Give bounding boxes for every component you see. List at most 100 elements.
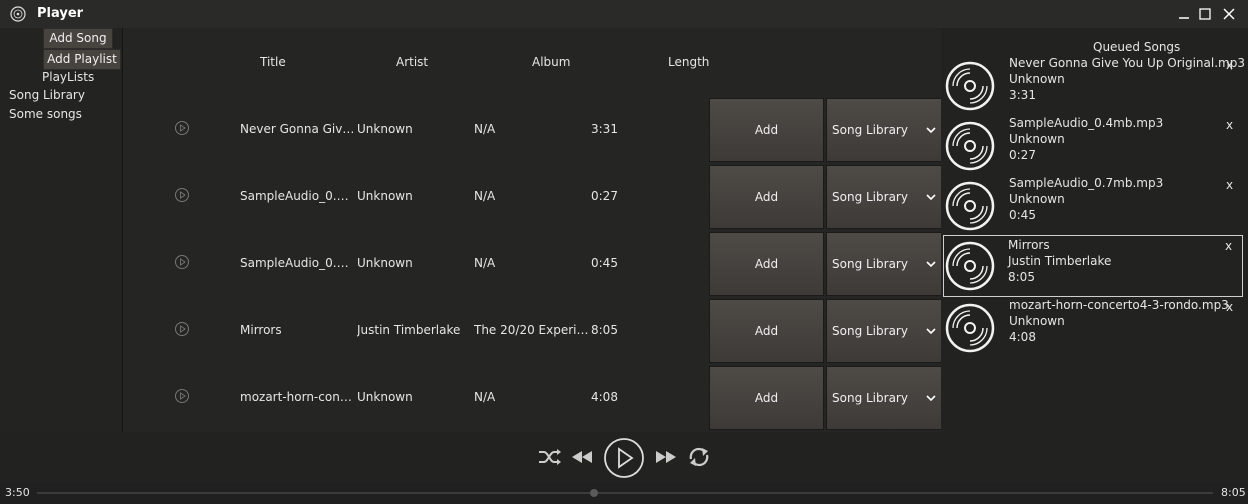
chevron-down-icon	[926, 328, 936, 335]
column-header-artist[interactable]: Artist	[396, 55, 428, 69]
playlist-select-value: Song Library	[832, 123, 908, 137]
chevron-down-icon	[926, 395, 936, 402]
cell-album: N/A	[474, 122, 496, 136]
cell-title: SampleAudio_0.4m...	[240, 189, 355, 203]
maximize-button[interactable]	[1195, 4, 1215, 24]
play-circle-icon[interactable]	[174, 254, 190, 270]
maximize-icon	[1199, 8, 1211, 20]
next-icon[interactable]	[655, 450, 677, 464]
queue-item-length: 4:08	[1009, 330, 1036, 344]
chevron-down-icon	[926, 194, 936, 201]
cell-artist: Unknown	[357, 256, 413, 270]
title-bar: Player	[0, 0, 1248, 28]
cell-album: N/A	[474, 256, 496, 270]
queue-item-active[interactable]: Mirrors Justin Timberlake 8:05 x	[943, 235, 1243, 297]
add-to-playlist-button[interactable]: Add	[709, 98, 824, 162]
play-circle-icon[interactable]	[174, 321, 190, 337]
queue-remove-button[interactable]: x	[1226, 58, 1233, 72]
queue-item[interactable]: SampleAudio_0.7mb.mp3 Unknown 0:45 x	[944, 176, 1242, 236]
chevron-down-icon	[926, 127, 936, 134]
add-song-button[interactable]: Add Song	[43, 28, 113, 49]
queue-item-artist: Unknown	[1009, 132, 1065, 146]
add-to-playlist-button[interactable]: Add	[709, 366, 824, 430]
queue-panel: Queued Songs Never Gonna Give You Up Ori…	[941, 28, 1248, 432]
play-circle-icon[interactable]	[174, 388, 190, 404]
add-to-playlist-button[interactable]: Add	[709, 165, 824, 229]
shuffle-icon[interactable]	[538, 448, 562, 466]
cell-album: N/A	[474, 189, 496, 203]
queue-item-length: 0:27	[1009, 148, 1036, 162]
queue-item[interactable]: mozart-horn-concerto4-3-rondo.mp3 Unknow…	[944, 298, 1242, 358]
queue-item-artist: Unknown	[1009, 314, 1065, 328]
song-table: Title Artist Album Length Never Gonna Gi…	[123, 28, 942, 432]
queue-item[interactable]: Never Gonna Give You Up Original.mp3 Unk…	[944, 56, 1245, 116]
progress-area: 3:50 8:05	[0, 482, 1248, 504]
cell-artist: Unknown	[357, 189, 413, 203]
disc-icon	[945, 61, 995, 111]
queue-remove-button[interactable]: x	[1226, 118, 1233, 132]
queue-item-title: SampleAudio_0.7mb.mp3	[1009, 176, 1164, 190]
queue-item-title: Never Gonna Give You Up Original.mp3	[1009, 56, 1245, 70]
cell-artist: Unknown	[357, 122, 413, 136]
cell-length: 8:05	[591, 323, 618, 337]
add-to-playlist-button[interactable]: Add	[709, 232, 824, 296]
cell-title: mozart-horn-concer...	[240, 390, 355, 404]
minimize-button[interactable]	[1174, 4, 1194, 24]
queue-item-length: 8:05	[1008, 270, 1035, 284]
queue-remove-button[interactable]: x	[1225, 239, 1232, 253]
playlists-heading: PlayLists	[42, 70, 95, 84]
disc-icon	[945, 303, 995, 353]
transport-controls	[0, 432, 1248, 482]
cell-album: The 20/20 Experienc...	[474, 323, 590, 337]
playlist-select[interactable]: Song Library	[826, 98, 942, 162]
column-header-title[interactable]: Title	[260, 55, 286, 69]
column-header-album[interactable]: Album	[532, 55, 570, 69]
queue-item-title: mozart-horn-concerto4-3-rondo.mp3	[1009, 298, 1229, 312]
queue-item-title: Mirrors	[1008, 238, 1050, 252]
minimize-icon	[1179, 17, 1189, 19]
table-row: Never Gonna Give Y... Unknown N/A 3:31 A…	[123, 96, 942, 163]
queue-item-length: 3:31	[1009, 88, 1036, 102]
cell-artist: Unknown	[357, 390, 413, 404]
table-row: mozart-horn-concer... Unknown N/A 4:08 A…	[123, 364, 942, 431]
playlist-select-value: Song Library	[832, 324, 908, 338]
playlist-select-value: Song Library	[832, 391, 908, 405]
playlist-select-value: Song Library	[832, 257, 908, 271]
add-to-playlist-button[interactable]: Add	[709, 299, 824, 363]
playlist-select[interactable]: Song Library	[826, 366, 942, 430]
seek-bar[interactable]	[37, 492, 1213, 494]
play-icon[interactable]	[603, 437, 645, 479]
column-header-length[interactable]: Length	[668, 55, 709, 69]
play-circle-icon[interactable]	[174, 120, 190, 136]
queue-heading: Queued Songs	[1093, 40, 1181, 54]
disc-icon	[945, 181, 995, 231]
play-circle-icon[interactable]	[174, 187, 190, 203]
previous-icon[interactable]	[571, 450, 593, 464]
sidebar-item-some-songs[interactable]: Some songs	[9, 107, 82, 121]
cell-length: 4:08	[591, 390, 618, 404]
playlist-select-value: Song Library	[832, 190, 908, 204]
close-icon	[1223, 8, 1235, 20]
elapsed-time: 3:50	[5, 486, 30, 499]
queue-item-length: 0:45	[1009, 208, 1036, 222]
disc-icon	[945, 241, 995, 291]
cell-length: 0:45	[591, 256, 618, 270]
cell-title: Mirrors	[240, 323, 282, 337]
cell-length: 3:31	[591, 122, 618, 136]
close-button[interactable]	[1219, 4, 1239, 24]
sidebar-item-song-library[interactable]: Song Library	[9, 88, 85, 102]
playlist-select[interactable]: Song Library	[826, 165, 942, 229]
playlist-select[interactable]: Song Library	[826, 299, 942, 363]
table-row: Mirrors Justin Timberlake The 20/20 Expe…	[123, 297, 942, 364]
queue-item[interactable]: SampleAudio_0.4mb.mp3 Unknown 0:27 x	[944, 116, 1242, 176]
total-time: 8:05	[1221, 486, 1246, 499]
queue-item-artist: Unknown	[1009, 192, 1065, 206]
cell-title: SampleAudio_0.7m...	[240, 256, 355, 270]
playlist-select[interactable]: Song Library	[826, 232, 942, 296]
repeat-icon[interactable]	[687, 446, 711, 468]
seek-thumb[interactable]	[590, 489, 599, 497]
add-playlist-button[interactable]: Add Playlist	[43, 49, 121, 70]
queue-remove-button[interactable]: x	[1226, 300, 1233, 314]
queue-remove-button[interactable]: x	[1226, 178, 1233, 192]
queue-item-title: SampleAudio_0.4mb.mp3	[1009, 116, 1164, 130]
